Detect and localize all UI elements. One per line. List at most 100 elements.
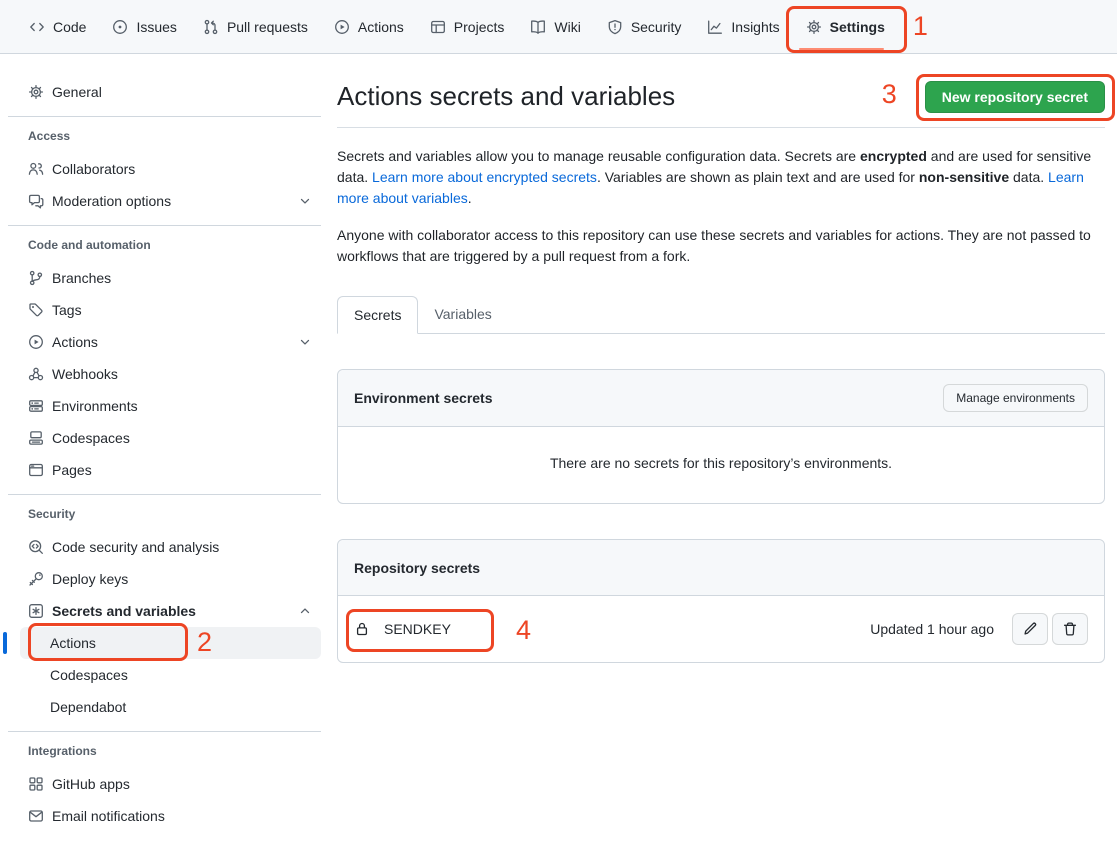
- nav-tab-insights[interactable]: Insights: [694, 0, 792, 53]
- sidebar-item-general[interactable]: General: [8, 76, 321, 108]
- sidebar-item-moderation-options[interactable]: Moderation options: [8, 185, 321, 217]
- tab-secrets[interactable]: Secrets: [337, 296, 418, 334]
- sidebar-item-pages[interactable]: Pages: [8, 454, 321, 486]
- secret-name: SENDKEY: [384, 621, 451, 637]
- learn-more-link[interactable]: Learn more about encrypted secrets: [372, 169, 597, 185]
- pencil-icon: [1022, 621, 1038, 637]
- sidebar-item-codespaces[interactable]: Codespaces: [20, 659, 321, 691]
- sidebar-section-header-access: Access: [8, 129, 321, 143]
- nav-tab-label: Insights: [731, 19, 779, 35]
- environment-secrets-title: Environment secrets: [354, 390, 493, 406]
- nav-tab-code[interactable]: Code: [16, 0, 99, 53]
- sidebar-item-label: Secrets and variables: [52, 603, 196, 619]
- webhook-icon: [28, 366, 44, 382]
- nav-tab-security[interactable]: Security: [594, 0, 695, 53]
- sidebar-item-github-apps[interactable]: GitHub apps: [8, 768, 321, 800]
- environment-secrets-header: Environment secrets Manage environments: [338, 370, 1104, 427]
- sidebar-section-header-integrations: Integrations: [8, 744, 321, 758]
- intro-text-segment: encrypted: [860, 148, 927, 164]
- nav-tab-label: Security: [631, 19, 682, 35]
- git-pull-request-icon: [203, 19, 219, 35]
- sidebar-item-label: Tags: [52, 302, 82, 318]
- people-icon: [28, 161, 44, 177]
- code-icon: [29, 19, 45, 35]
- secret-row: SENDKEY 4 Updated 1 hour ago: [338, 596, 1104, 662]
- environment-secrets-panel: Environment secrets Manage environments …: [337, 369, 1105, 504]
- edit-secret-button[interactable]: [1012, 613, 1048, 645]
- sidebar-item-label: Actions: [52, 334, 98, 350]
- sidebar-item-label: Branches: [52, 270, 111, 286]
- sidebar-item-actions[interactable]: Actions: [8, 326, 321, 358]
- browser-icon: [28, 462, 44, 478]
- sidebar-item-label: Webhooks: [52, 366, 118, 382]
- intro-paragraph: Secrets and variables allow you to manag…: [337, 146, 1105, 209]
- annotation-number-3: 3: [882, 81, 897, 108]
- nav-tab-settings[interactable]: Settings1: [793, 0, 898, 53]
- sidebar-item-branches[interactable]: Branches: [8, 262, 321, 294]
- sidebar-item-label: Moderation options: [52, 193, 171, 209]
- sidebar-item-actions[interactable]: Actions 2: [20, 627, 321, 659]
- nav-tab-actions[interactable]: Actions: [321, 0, 417, 53]
- annotation-number-4: 4: [516, 617, 531, 644]
- sidebar-item-secrets-and-variables[interactable]: Secrets and variables: [8, 595, 321, 627]
- sidebar-item-environments[interactable]: Environments: [8, 390, 321, 422]
- intro-text-segment: non-sensitive: [919, 169, 1009, 185]
- new-repository-secret-button[interactable]: New repository secret 3: [925, 81, 1105, 113]
- sidebar-section-header-security: Security: [8, 507, 321, 521]
- tab-variables[interactable]: Variables: [418, 296, 507, 333]
- sidebar-item-email-notifications[interactable]: Email notifications: [8, 800, 321, 832]
- mail-icon: [28, 808, 44, 824]
- git-branch-icon: [28, 270, 44, 286]
- sidebar-item-label: General: [52, 84, 102, 100]
- page-title: Actions secrets and variables: [337, 80, 675, 113]
- play-icon: [28, 334, 44, 350]
- sidebar-item-label: Actions: [50, 635, 96, 651]
- sidebar-item-label: Collaborators: [52, 161, 135, 177]
- nav-tab-label: Pull requests: [227, 19, 308, 35]
- nav-tab-projects[interactable]: Projects: [417, 0, 518, 53]
- sidebar-divider: [8, 116, 321, 117]
- sidebar-item-label: Email notifications: [52, 808, 165, 824]
- repository-secrets-header: Repository secrets: [338, 540, 1104, 596]
- lock-icon: [354, 621, 370, 637]
- sidebar-section-header-code-and-automation: Code and automation: [8, 238, 321, 252]
- trash-icon: [1062, 621, 1078, 637]
- sidebar-item-dependabot[interactable]: Dependabot: [20, 691, 321, 723]
- sidebar-item-label: Dependabot: [50, 699, 126, 715]
- issue-opened-icon: [112, 19, 128, 35]
- annotation-number-2: 2: [197, 629, 212, 656]
- sidebar-item-collaborators[interactable]: Collaborators: [8, 153, 321, 185]
- nav-tab-pull-requests[interactable]: Pull requests: [190, 0, 321, 53]
- delete-secret-button[interactable]: [1052, 613, 1088, 645]
- repository-secrets-panel: Repository secrets SENDKEY 4 Updated 1 hou…: [337, 539, 1105, 663]
- nav-tab-label: Projects: [454, 19, 505, 35]
- chevron-up-icon: [297, 603, 313, 619]
- settings-sidebar: General Access Collaborators Moderation opt…: [0, 54, 337, 832]
- chevron-down-icon: [297, 193, 313, 209]
- sidebar-item-deploy-keys[interactable]: Deploy keys: [8, 563, 321, 595]
- sidebar-item-tags[interactable]: Tags: [8, 294, 321, 326]
- annotation-number-1: 1: [913, 13, 928, 40]
- sidebar-item-code-security-and-analysis[interactable]: Code security and analysis: [8, 531, 321, 563]
- main-content: Actions secrets and variables New reposi…: [337, 54, 1105, 663]
- codespaces-icon: [28, 430, 44, 446]
- intro-text-segment: .: [468, 190, 472, 206]
- repo-nav: Code Issues Pull requests Actions Projects Wi…: [0, 0, 1117, 54]
- comment-discussion-icon: [28, 193, 44, 209]
- secret-row-actions: Updated 1 hour ago: [870, 613, 1088, 645]
- nav-tab-wiki[interactable]: Wiki: [517, 0, 593, 53]
- nav-tab-issues[interactable]: Issues: [99, 0, 189, 53]
- sidebar-item-webhooks[interactable]: Webhooks: [8, 358, 321, 390]
- nav-tab-label: Actions: [358, 19, 404, 35]
- server-icon: [28, 398, 44, 414]
- gear-icon: [28, 84, 44, 100]
- nav-tab-label: Code: [53, 19, 86, 35]
- intro-text-segment: Secrets and variables allow you to manag…: [337, 148, 860, 164]
- table-icon: [430, 19, 446, 35]
- play-icon: [334, 19, 350, 35]
- sidebar-item-codespaces[interactable]: Codespaces: [8, 422, 321, 454]
- sidebar-item-label: GitHub apps: [52, 776, 130, 792]
- intro-text-segment: . Variables are shown as plain text and …: [597, 169, 919, 185]
- manage-environments-button[interactable]: Manage environments: [943, 384, 1088, 412]
- repository-secrets-title: Repository secrets: [354, 560, 480, 576]
